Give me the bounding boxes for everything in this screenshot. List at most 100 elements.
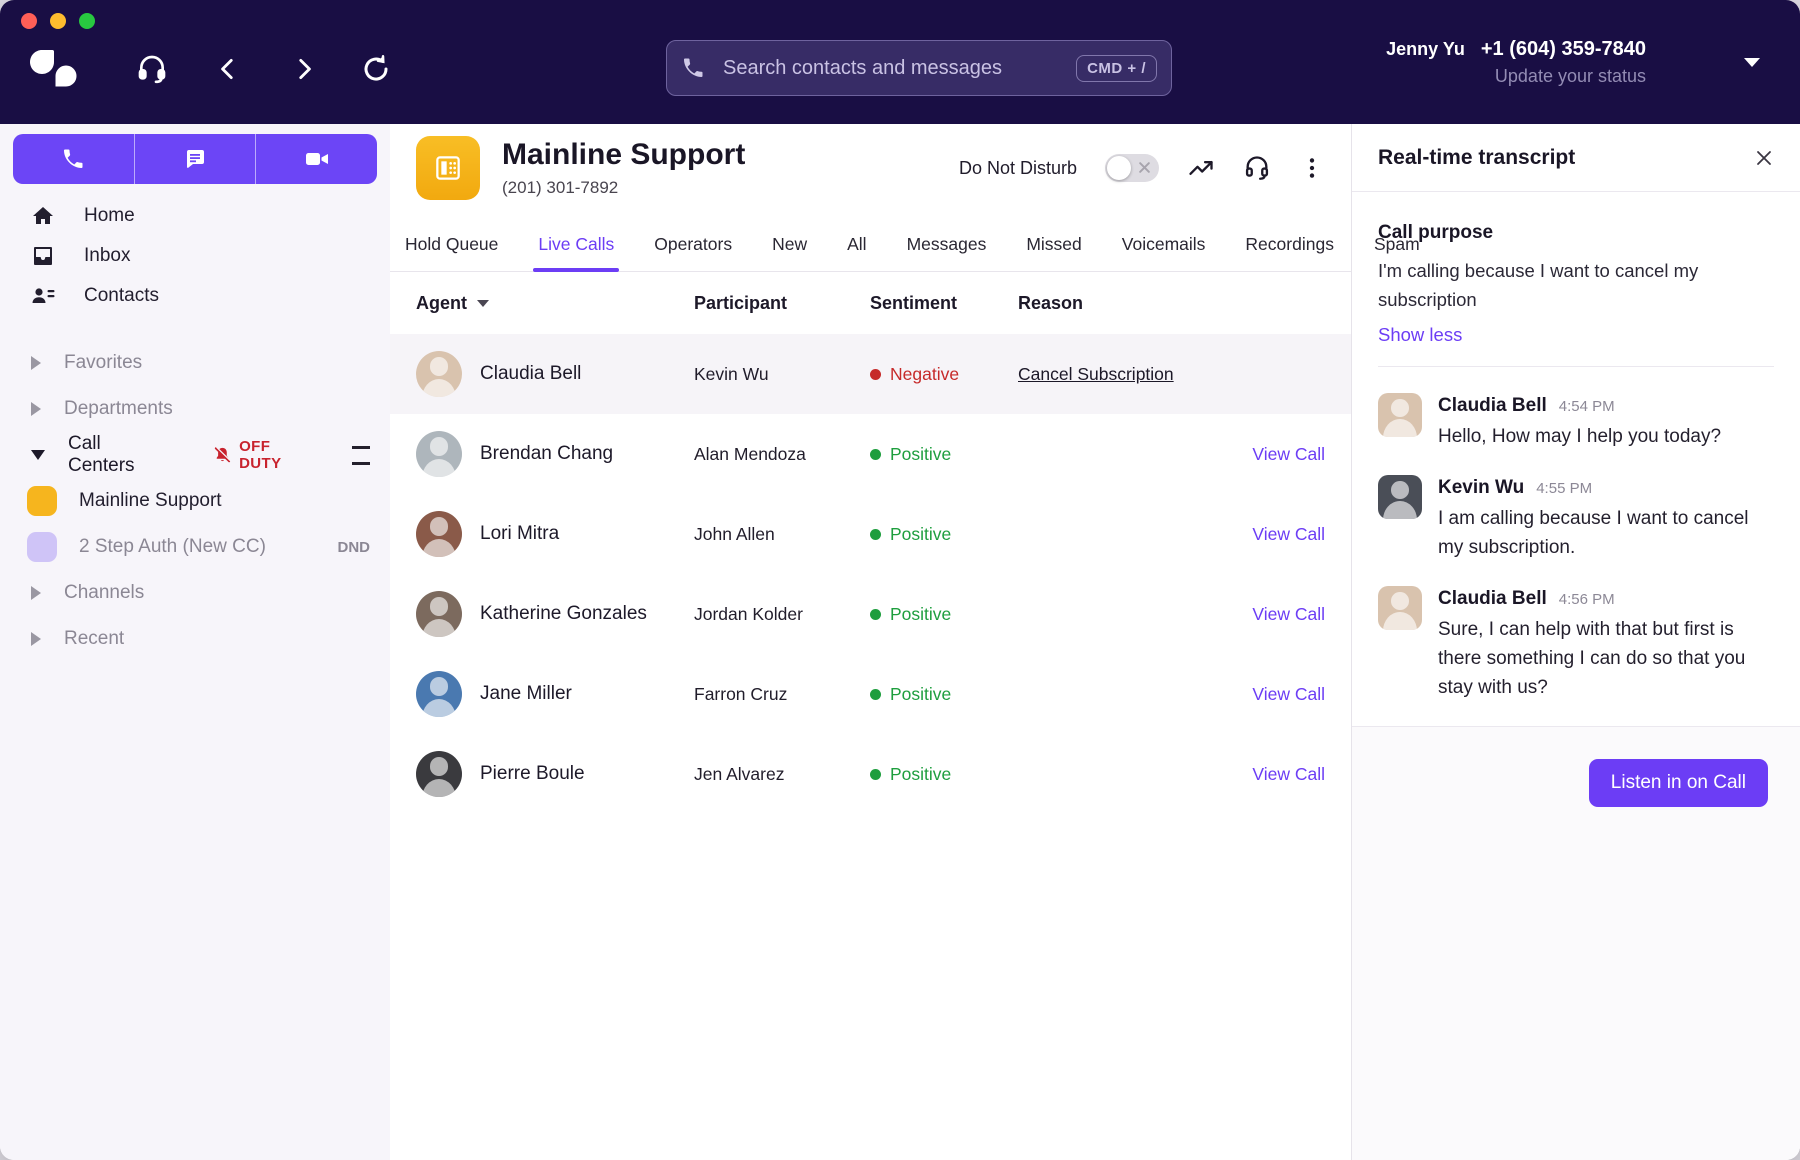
- tab-hold-queue[interactable]: Hold Queue: [400, 224, 503, 271]
- traffic-lights: [21, 13, 95, 29]
- transcript-title: Real-time transcript: [1378, 146, 1575, 170]
- participant-name: John Allen: [694, 524, 870, 545]
- view-call-link[interactable]: View Call: [1252, 444, 1325, 465]
- message-text: I am calling because I want to cancel my…: [1438, 504, 1752, 562]
- view-call-link[interactable]: View Call: [1252, 604, 1325, 625]
- tab-spam[interactable]: Spam: [1369, 224, 1425, 271]
- back-button[interactable]: [210, 44, 246, 94]
- table-row[interactable]: Pierre Boule Jen Alvarez Positive View C…: [390, 734, 1351, 814]
- bell-off-icon: [213, 445, 232, 465]
- new-video-button[interactable]: [255, 134, 377, 184]
- sidebar-item-inbox[interactable]: Inbox: [0, 236, 390, 276]
- headset-icon[interactable]: [1243, 154, 1271, 182]
- sidebar-section-recent[interactable]: Recent: [0, 616, 390, 662]
- call-center-color-swatch: [27, 486, 57, 516]
- reason-link[interactable]: Cancel Subscription: [1018, 364, 1174, 385]
- sentiment-dot: [870, 609, 881, 620]
- avatar: [416, 431, 462, 477]
- sidebar-item-2-step-auth[interactable]: 2 Step Auth (New CC) DND: [0, 524, 390, 570]
- call-center-color-swatch: [27, 532, 57, 562]
- agent-name: Katherine Gonzales: [480, 603, 647, 625]
- more-options-icon[interactable]: [1299, 155, 1325, 181]
- chevron-right-icon: [31, 632, 41, 646]
- speaker-name: Claudia Bell: [1438, 393, 1547, 419]
- sentiment-label: Negative: [890, 364, 959, 385]
- view-call-link[interactable]: View Call: [1252, 524, 1325, 545]
- close-icon[interactable]: [1754, 148, 1774, 168]
- show-less-link[interactable]: Show less: [1378, 324, 1462, 346]
- minimize-window-button[interactable]: [50, 13, 66, 29]
- sidebar-item-label: Contacts: [84, 285, 159, 307]
- new-message-button[interactable]: [134, 134, 256, 184]
- sentiment-label: Positive: [890, 524, 951, 545]
- table-row[interactable]: Claudia Bell Kevin Wu Negative Cancel Su…: [390, 334, 1351, 414]
- tab-recordings[interactable]: Recordings: [1240, 224, 1339, 271]
- sentiment-dot: [870, 769, 881, 780]
- tab-new[interactable]: New: [767, 224, 812, 271]
- update-status-link[interactable]: Update your status: [1386, 63, 1646, 90]
- tab-all[interactable]: All: [842, 224, 871, 271]
- message-icon: [183, 147, 207, 171]
- view-call-link[interactable]: View Call: [1252, 684, 1325, 705]
- do-not-disturb-toggle[interactable]: [1105, 154, 1159, 182]
- search-input[interactable]: [721, 56, 1076, 81]
- search-bar[interactable]: CMD + /: [666, 40, 1172, 96]
- sidebar-item-label: Inbox: [84, 245, 130, 267]
- forward-button[interactable]: [286, 44, 322, 94]
- contacts-icon: [30, 284, 56, 308]
- queue-menu-icon[interactable]: [352, 446, 370, 465]
- call-center-label: Mainline Support: [79, 490, 222, 512]
- tab-live-calls[interactable]: Live Calls: [533, 224, 619, 271]
- tab-operators[interactable]: Operators: [649, 224, 737, 271]
- table-row[interactable]: Lori Mitra John Allen Positive View Call: [390, 494, 1351, 574]
- column-reason: Reason: [1018, 293, 1325, 314]
- agent-name: Claudia Bell: [480, 363, 581, 385]
- user-menu[interactable]: Jenny Yu +1 (604) 359-7840 Update your s…: [1386, 36, 1646, 90]
- sidebar-section-favorites[interactable]: Favorites: [0, 340, 390, 386]
- analytics-trending-up-icon[interactable]: [1187, 154, 1215, 182]
- toggle-off-x-icon: [1138, 161, 1151, 179]
- listen-in-on-call-button[interactable]: Listen in on Call: [1589, 759, 1768, 807]
- call-purpose-heading: Call purpose: [1378, 222, 1774, 244]
- sidebar-section-channels[interactable]: Channels: [0, 570, 390, 616]
- view-call-link[interactable]: View Call: [1252, 764, 1325, 785]
- sidebar-item-home[interactable]: Home: [0, 196, 390, 236]
- call-center-tile-icon: [416, 136, 480, 200]
- speaker-name: Claudia Bell: [1438, 586, 1547, 612]
- tab-missed[interactable]: Missed: [1021, 224, 1086, 271]
- dialpad-logo-icon: [26, 44, 82, 94]
- table-row[interactable]: Brendan Chang Alan Mendoza Positive View…: [390, 414, 1351, 494]
- avatar: [416, 751, 462, 797]
- call-purpose-text: I'm calling because I want to cancel my …: [1378, 256, 1723, 314]
- phone-icon: [681, 56, 705, 80]
- column-agent-sort[interactable]: Agent: [416, 293, 694, 314]
- refresh-button[interactable]: [356, 44, 396, 94]
- sidebar-item-mainline-support[interactable]: Mainline Support: [0, 478, 390, 524]
- user-menu-chevron-down-icon[interactable]: [1744, 58, 1760, 67]
- new-call-button[interactable]: [13, 134, 134, 184]
- message-time: 4:55 PM: [1536, 476, 1592, 502]
- do-not-disturb-label: Do Not Disturb: [959, 158, 1077, 179]
- close-window-button[interactable]: [21, 13, 37, 29]
- dnd-badge: DND: [338, 539, 371, 556]
- call-center-phone: (201) 301-7892: [502, 178, 745, 198]
- sidebar-item-contacts[interactable]: Contacts: [0, 276, 390, 316]
- quick-actions: [13, 134, 377, 184]
- headset-icon[interactable]: [132, 44, 172, 94]
- table-row[interactable]: Jane Miller Farron Cruz Positive View Ca…: [390, 654, 1351, 734]
- search-shortcut-badge: CMD + /: [1076, 55, 1157, 82]
- call-center-header: Mainline Support (201) 301-7892 Do Not D…: [390, 124, 1351, 200]
- tab-voicemails[interactable]: Voicemails: [1117, 224, 1211, 271]
- zoom-window-button[interactable]: [79, 13, 95, 29]
- transcript-message: Claudia Bell 4:54 PM Hello, How may I he…: [1378, 393, 1774, 451]
- chevron-right-icon: [31, 356, 41, 370]
- home-icon: [30, 204, 56, 228]
- transcript-panel: Real-time transcript Call purpose I'm ca…: [1351, 124, 1800, 1160]
- sidebar-section-call-centers[interactable]: Call Centers OFF DUTY: [0, 432, 390, 478]
- avatar: [416, 351, 462, 397]
- tab-messages[interactable]: Messages: [902, 224, 992, 271]
- chevron-down-icon: [31, 450, 45, 460]
- sidebar-section-departments[interactable]: Departments: [0, 386, 390, 432]
- user-phone: +1 (604) 359-7840: [1481, 36, 1646, 63]
- table-row[interactable]: Katherine Gonzales Jordan Kolder Positiv…: [390, 574, 1351, 654]
